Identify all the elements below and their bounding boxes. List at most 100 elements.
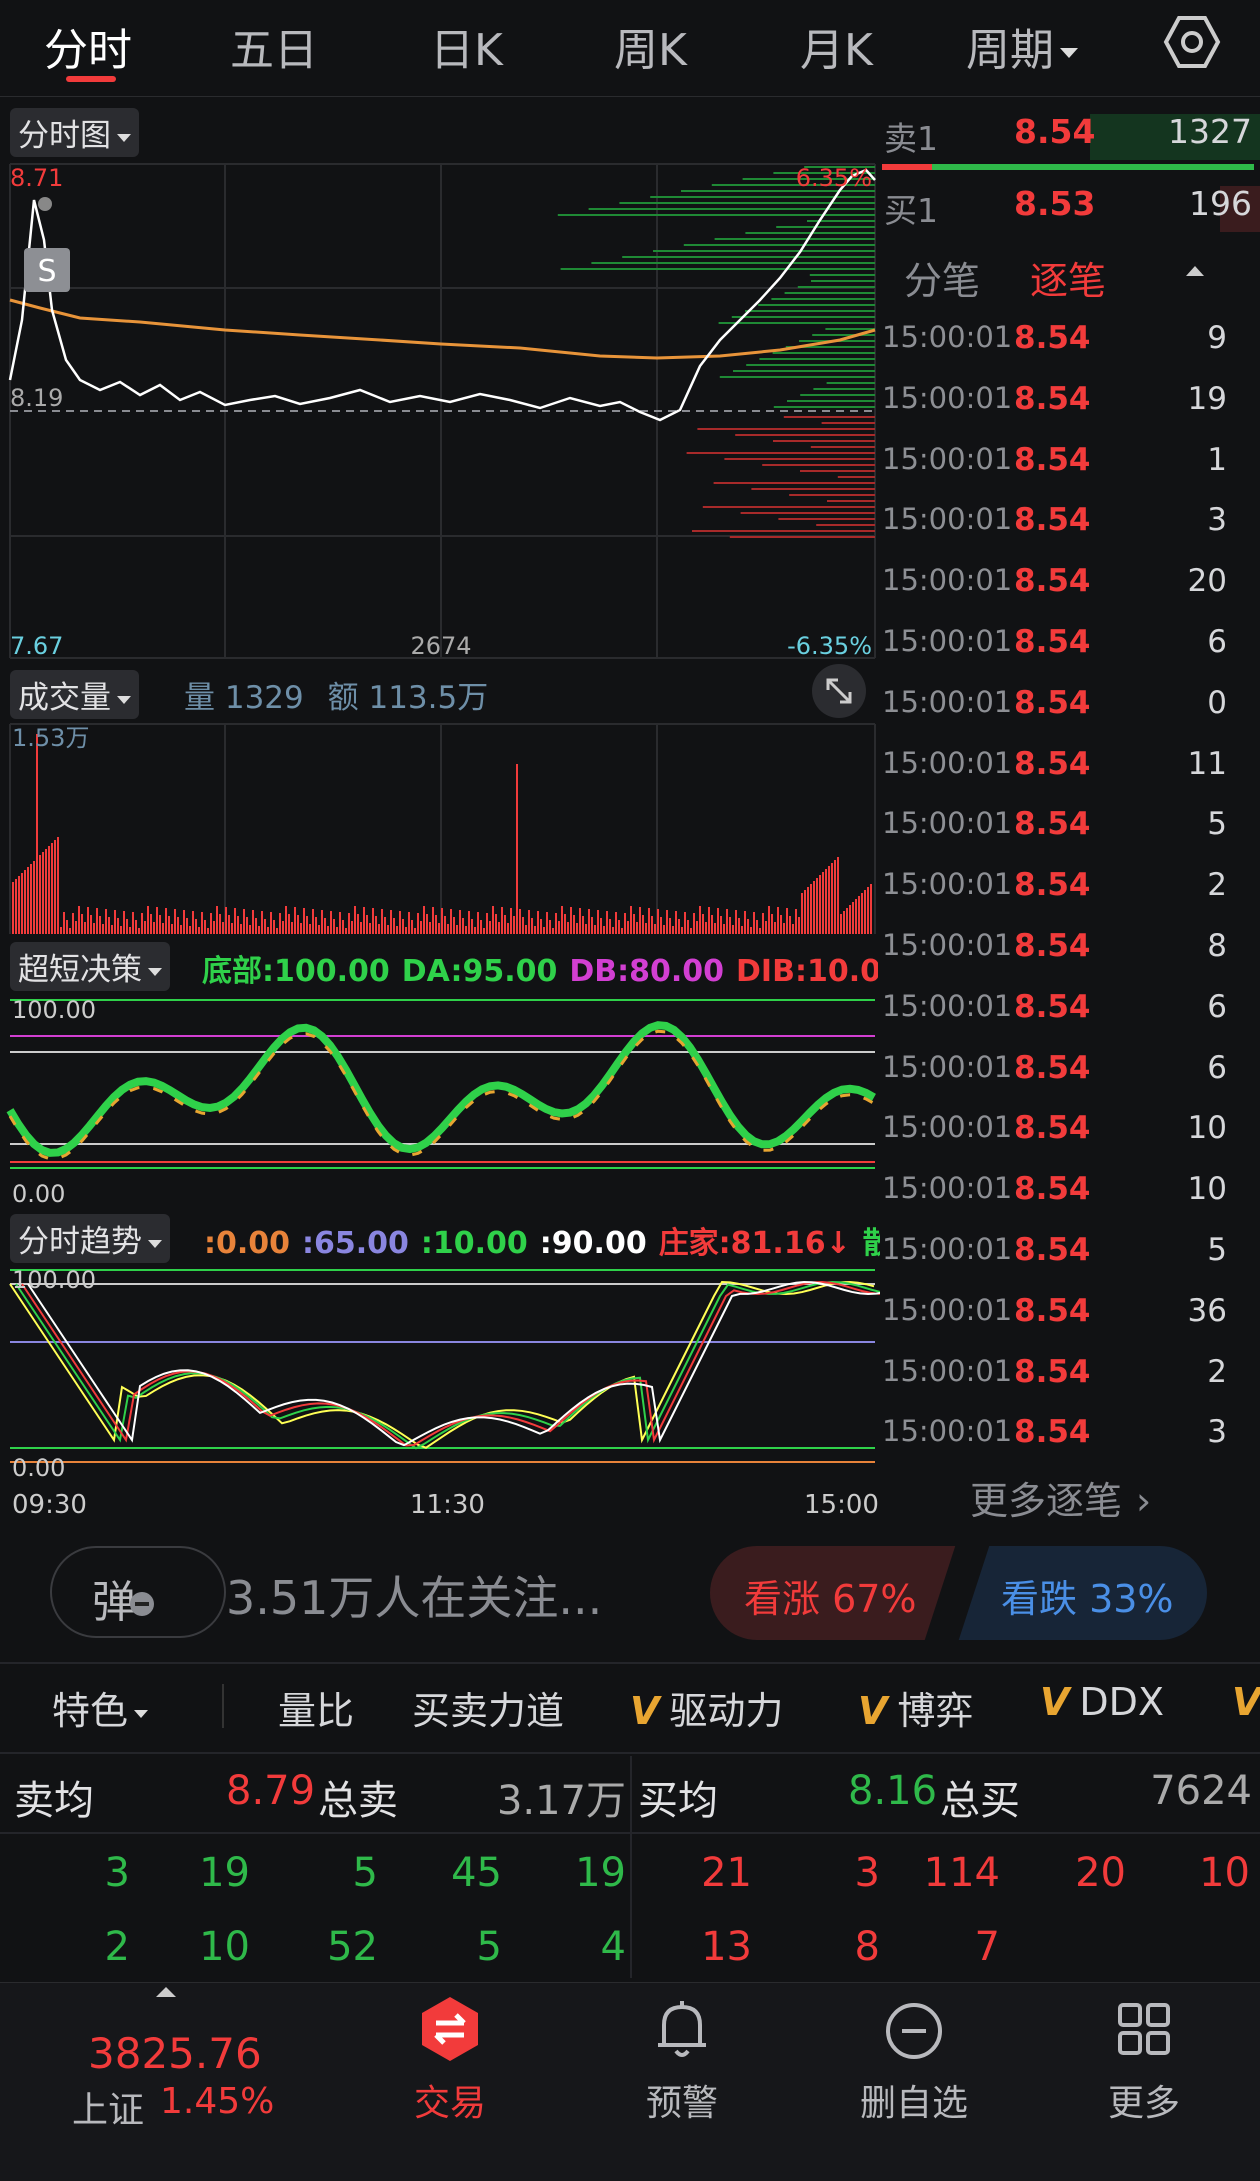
bid1-row[interactable]: 买1 8.53 196 — [880, 176, 1260, 242]
tick-time: 15:00:01 — [882, 1414, 1013, 1449]
more-ticks-link[interactable]: 更多逐笔 › — [970, 1470, 1151, 1525]
tick-price: 8.54 — [1014, 1232, 1091, 1268]
tick-row: 15:00:01 8.54 36 — [882, 1285, 1227, 1345]
tick-row: 15:00:01 8.54 19 — [882, 373, 1227, 433]
bottom-nav: 3825.76 上证 1.45% 交易 预警 删自选 更多 — [0, 1982, 1260, 2181]
tab-monthly-k[interactable]: 月K — [800, 14, 873, 78]
indicator-value: :65.00 — [302, 1226, 409, 1261]
tick-time: 15:00:01 — [882, 1353, 1013, 1388]
tick-time: 15:00:01 — [882, 380, 1013, 415]
tick-price: 8.54 — [1014, 988, 1091, 1025]
vip-icon[interactable]: V — [1232, 1680, 1260, 1724]
tick-row: 15:00:01 8.54 3 — [882, 494, 1227, 554]
tab-volume-ratio[interactable]: 量比 — [278, 1680, 354, 1735]
ddx-label: DDX — [1079, 1680, 1164, 1724]
tab-driving-force[interactable]: V 驱动力 — [630, 1680, 783, 1735]
tick-volume: 3 — [1207, 502, 1227, 539]
tab-game[interactable]: V 博弈 — [858, 1680, 973, 1735]
indicator2-top-label: 100.00 — [12, 1266, 96, 1294]
volume-selector-label: 成交量 — [18, 680, 111, 716]
total-buy-label: 总买 — [940, 1778, 1020, 1824]
amount-value: 113.5万 — [368, 680, 489, 716]
tab-buy-sell-power[interactable]: 买卖力道 — [412, 1680, 564, 1735]
tick-price: 8.54 — [1014, 867, 1091, 904]
divider — [222, 1684, 224, 1728]
indicator1-chart[interactable]: 100.00 0.00 — [0, 992, 880, 1206]
sell-avg-value: 8.79 — [226, 1768, 316, 1814]
tick-volume: 6 — [1207, 1049, 1227, 1086]
tick-volume: 8 — [1207, 928, 1227, 964]
bid1-price: 8.53 — [1014, 184, 1096, 223]
ticker-expand-icon[interactable] — [156, 1987, 176, 1997]
tick-row: 15:00:01 8.54 9 — [882, 312, 1227, 372]
tab-ddx[interactable]: V DDX — [1040, 1680, 1164, 1724]
ask1-price: 8.54 — [1014, 112, 1096, 151]
chart-type-selector[interactable]: 分时图 — [10, 108, 139, 157]
bearish-vote-button[interactable]: 看跌 33% — [955, 1546, 1207, 1640]
prev-close-label: 8.19 — [10, 384, 63, 412]
tick-price: 8.54 — [1014, 624, 1091, 660]
tick-row: 15:00:01 8.54 5 — [882, 1224, 1227, 1284]
nav-alert[interactable]: 预警 — [612, 1993, 752, 2126]
tab-period[interactable]: 周期 — [966, 14, 1078, 78]
chevron-down-icon — [148, 967, 162, 976]
settings-hexagon-icon[interactable] — [1162, 12, 1222, 76]
tick-row: 15:00:01 8.54 8 — [882, 920, 1227, 980]
tick-price: 8.54 — [1014, 928, 1091, 964]
tab-five-day[interactable]: 五日 — [230, 14, 318, 78]
tab-tick-summary[interactable]: 分笔 — [904, 250, 980, 305]
tick-volume: 19 — [1187, 380, 1227, 417]
index-value[interactable]: 3825.76 — [88, 2029, 262, 2078]
special-feature-dropdown[interactable]: 特色 — [52, 1680, 149, 1735]
ask1-row[interactable]: 卖1 8.54 1327 — [880, 104, 1260, 170]
indicator1-selector[interactable]: 超短决策 — [10, 942, 170, 991]
tick-volume: 3 — [1207, 1414, 1227, 1451]
indicator1-values: 底部:100.00 DA:95.00 DB:80.00 DIB:10.00 — [202, 946, 878, 990]
tick-price: 8.54 — [1014, 1414, 1091, 1451]
danmu-toggle-button[interactable]: 弹 — [50, 1546, 226, 1638]
indicator2-bottom-label: 0.00 — [12, 1454, 65, 1482]
tick-price: 8.54 — [1014, 1110, 1091, 1147]
tick-price: 8.54 — [1014, 806, 1091, 843]
tab-daily-k[interactable]: 日K — [430, 14, 503, 78]
queue-volume-cell: 10 — [199, 1924, 250, 1970]
divider — [630, 1756, 632, 1978]
volume-indicator-selector[interactable]: 成交量 — [10, 670, 139, 719]
indicator2-selector[interactable]: 分时趋势 — [10, 1214, 170, 1263]
indicator-value: 庄家:81.16↓ — [658, 1226, 851, 1261]
volume-max-label: 1.53万 — [12, 724, 89, 752]
watchers-count: 3.51万人在关注... — [226, 1571, 603, 1625]
tick-time: 15:00:01 — [882, 563, 1013, 598]
bullish-vote-button[interactable]: 看涨 67% — [710, 1546, 962, 1640]
nav-trade[interactable]: 交易 — [380, 1993, 520, 2126]
tab-weekly-k[interactable]: 周K — [614, 14, 687, 78]
tick-price: 8.54 — [1014, 745, 1091, 782]
volume-label: 量 — [184, 680, 215, 716]
bid-ask-summary: 卖均 8.79 总卖 3.17万 买均 8.16 总买 7624 3 19 5 45 1… — [0, 1756, 1260, 1978]
tick-volume: 9 — [1207, 320, 1227, 356]
collapse-up-icon[interactable] — [1186, 266, 1204, 276]
nav-more[interactable]: 更多 — [1074, 1993, 1214, 2126]
volume-chart[interactable]: 1.53万 — [0, 722, 880, 936]
tab-intraday[interactable]: 分时 — [44, 14, 132, 78]
index-name: 上证 — [72, 2090, 145, 2131]
expand-icon[interactable] — [812, 664, 866, 718]
price-chart[interactable]: S 8.71 8.19 7.67 6.35% -6.35% 2674 — [0, 160, 880, 660]
queue-volume-cell: 4 — [600, 1924, 626, 1970]
special-feature-label: 特色 — [52, 1689, 129, 1733]
time-axis-mid: 11:30 — [410, 1490, 485, 1520]
tick-price: 8.54 — [1014, 380, 1091, 417]
nav-remove-watchlist[interactable]: 删自选 — [844, 1993, 984, 2126]
nav-remove-watchlist-label: 删自选 — [859, 2083, 968, 2124]
indicator2-chart[interactable]: 100.00 0.00 — [0, 1264, 880, 1484]
danmu-label: 弹 — [92, 1577, 136, 1628]
queue-volume-cell: 10 — [1199, 1850, 1250, 1896]
tab-tick-by-tick[interactable]: 逐笔 — [1030, 250, 1106, 305]
indicator-value: DB:80.00 — [569, 954, 725, 989]
queue-volume-cell: 114 — [923, 1850, 1000, 1896]
minus-circle-icon — [886, 2003, 942, 2059]
vip-icon: V — [1040, 1680, 1070, 1724]
more-ticks-label: 更多逐笔 — [970, 1479, 1123, 1523]
tick-volume: 1 — [1207, 441, 1227, 478]
tick-row: 15:00:01 8.54 10 — [882, 1102, 1227, 1162]
